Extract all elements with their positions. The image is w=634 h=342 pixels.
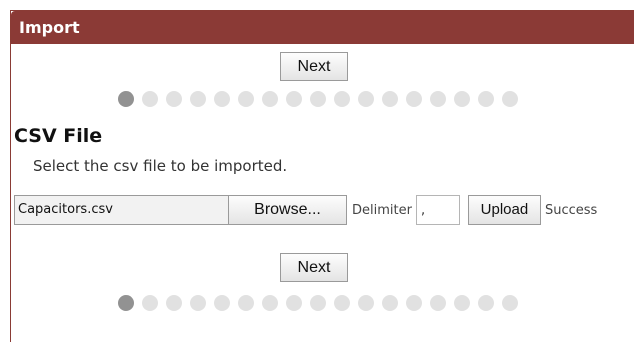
step-dot-active [118, 295, 134, 311]
panel-header: Import [11, 11, 634, 44]
browse-button[interactable]: Browse... [229, 195, 347, 225]
step-dot [190, 91, 206, 107]
section-title: CSV File [14, 125, 103, 147]
upload-button[interactable]: Upload [467, 195, 541, 225]
step-dot [310, 91, 326, 107]
step-dot [430, 91, 446, 107]
step-dot [214, 295, 230, 311]
step-dot [502, 91, 518, 107]
step-dot [262, 91, 278, 107]
step-dot [406, 91, 422, 107]
step-dot [358, 295, 374, 311]
delimiter-label: Delimiter [352, 202, 412, 218]
step-dot [430, 295, 446, 311]
step-dot [286, 295, 302, 311]
step-dot [478, 91, 494, 107]
step-dot [142, 295, 158, 311]
upload-status: Success [544, 202, 598, 218]
file-name-field[interactable]: Capacitors.csv [14, 195, 229, 225]
step-dot [334, 91, 350, 107]
step-indicator-top [118, 91, 518, 107]
step-dot [382, 91, 398, 107]
section-description: Select the csv file to be imported. [33, 157, 288, 175]
step-dot [262, 295, 278, 311]
step-dot [190, 295, 206, 311]
file-upload-row: Capacitors.csv Browse... Delimiter Uploa… [14, 195, 597, 225]
step-dot [142, 91, 158, 107]
step-dot [286, 91, 302, 107]
next-button-top[interactable]: Next [280, 52, 348, 81]
step-dot [454, 295, 470, 311]
panel-title: Import [19, 18, 80, 37]
step-dot [310, 295, 326, 311]
step-dot [166, 295, 182, 311]
step-dot [334, 295, 350, 311]
step-dot [238, 295, 254, 311]
step-dot [238, 91, 254, 107]
step-dot [166, 91, 182, 107]
next-button-bottom[interactable]: Next [280, 253, 348, 282]
step-indicator-bottom [118, 295, 518, 311]
step-dot [454, 91, 470, 107]
delimiter-input[interactable] [415, 195, 460, 225]
step-dot [358, 91, 374, 107]
step-dot-active [118, 91, 134, 107]
step-dot [478, 295, 494, 311]
step-dot [406, 295, 422, 311]
step-dot [382, 295, 398, 311]
step-dot [214, 91, 230, 107]
step-dot [502, 295, 518, 311]
